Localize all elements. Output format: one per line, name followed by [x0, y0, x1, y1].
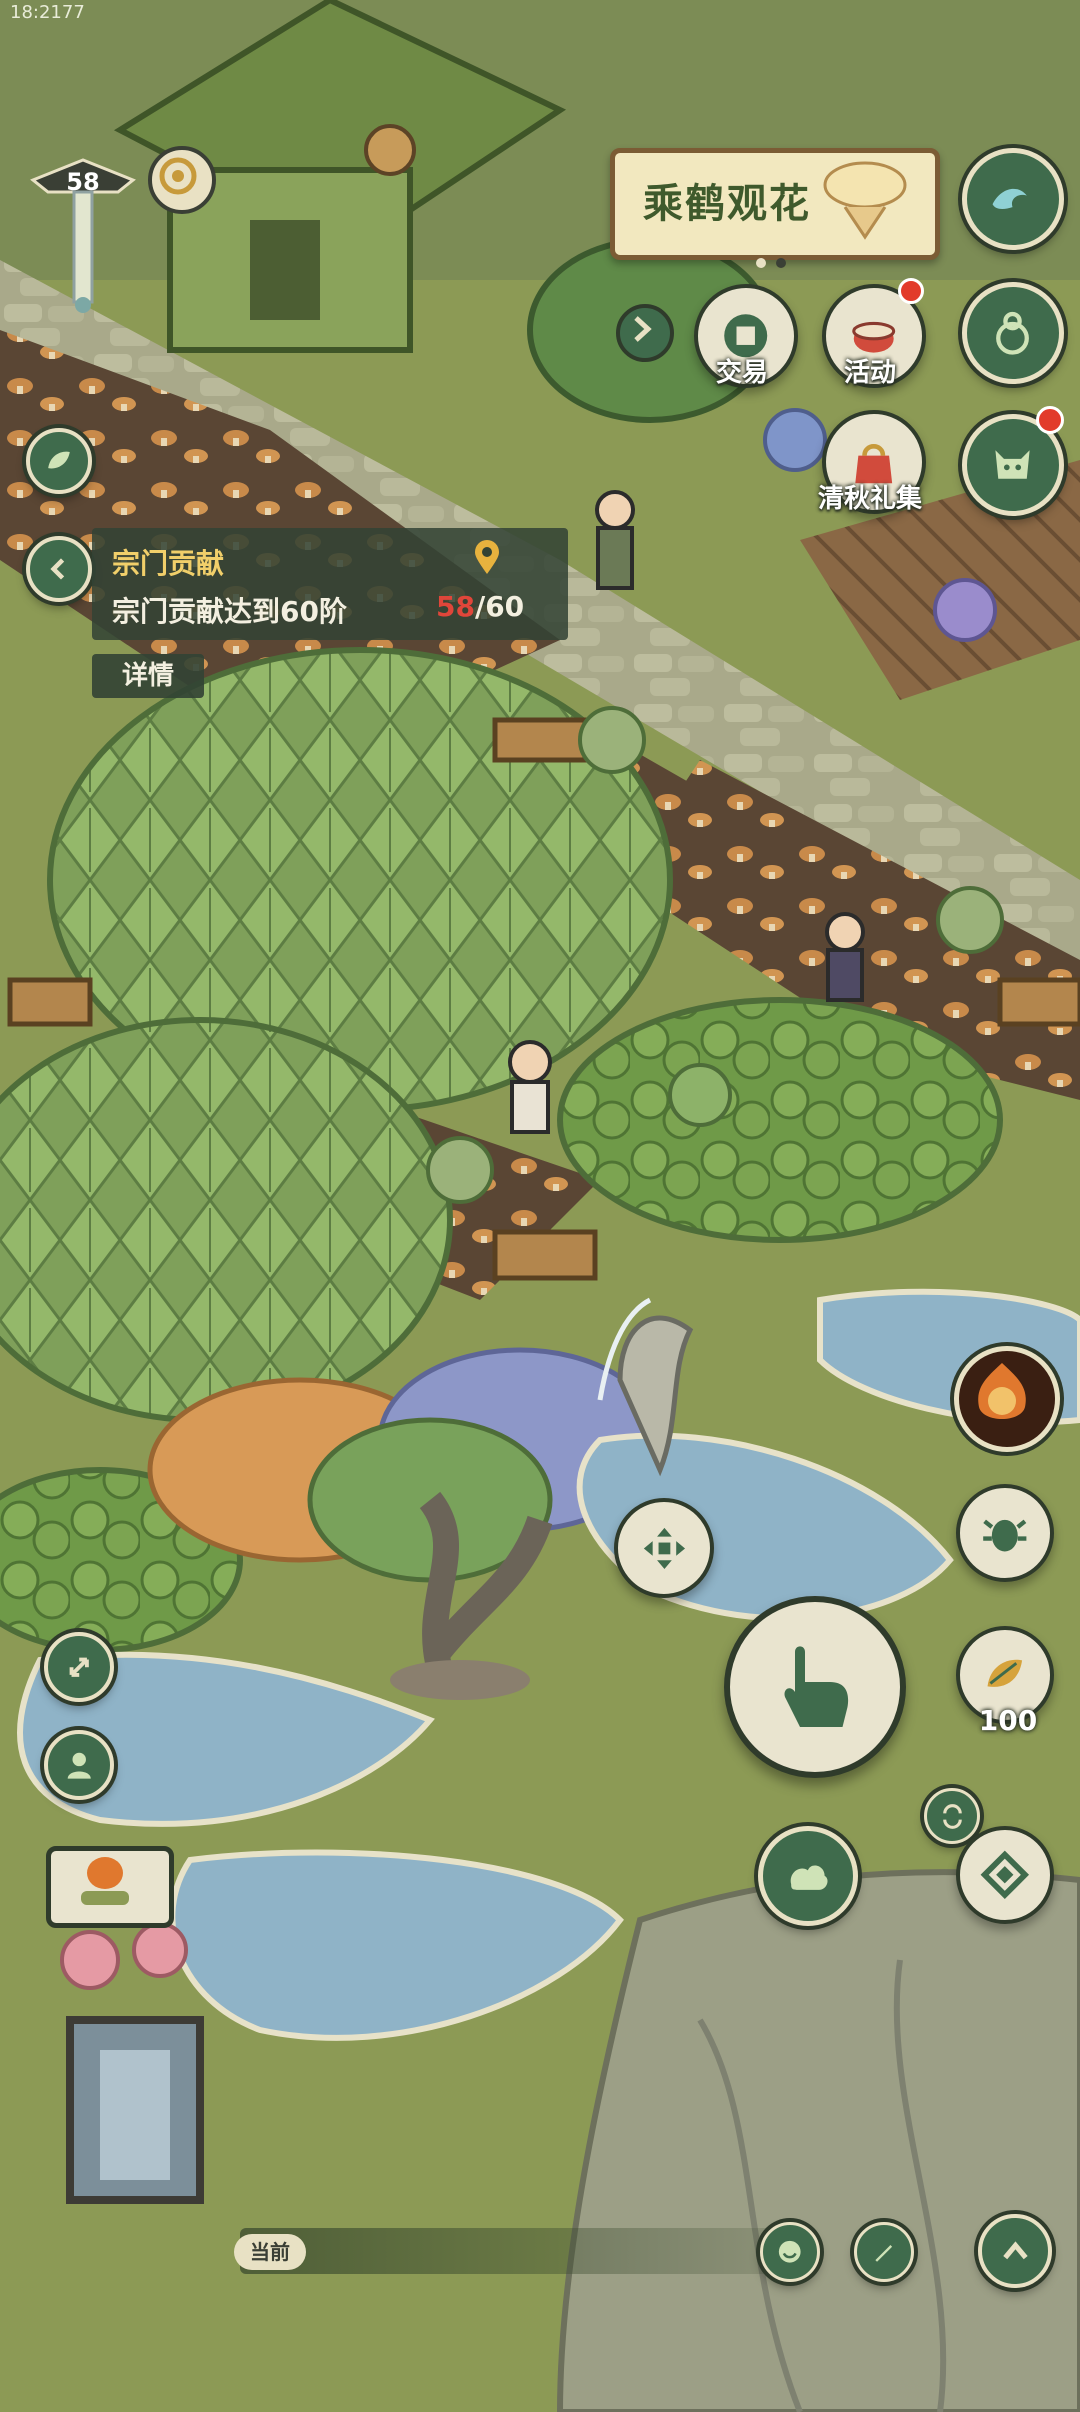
quest-panel[interactable]: 宗门贡献 宗门贡献达到60阶 58/60 [92, 528, 568, 640]
dpad-button[interactable] [614, 1498, 714, 1598]
quest-progress: 58/60 [436, 590, 524, 623]
chat-bar[interactable] [240, 2228, 800, 2274]
cloud-skill-button[interactable] [758, 1826, 858, 1926]
landscape-thumbnail [81, 1857, 129, 1905]
quest-description: 宗门贡献达到60阶 [112, 595, 347, 628]
expand-menu-button[interactable] [978, 2214, 1052, 2288]
person-icon [67, 1752, 91, 1779]
chevron-right-icon [634, 316, 652, 342]
quest-progress-separator: / [474, 590, 486, 623]
event-banner-title: 乘鹤观花 [643, 180, 811, 227]
expand-arrow-button[interactable] [616, 304, 674, 362]
diamond-icon [980, 1850, 1030, 1900]
sect-emblem-icon[interactable] [148, 146, 216, 214]
switch-button[interactable] [924, 1788, 980, 1844]
gourd-icon [996, 312, 1030, 356]
gift-label: 清秋礼集 [817, 484, 922, 514]
quest-title: 宗门贡献 [112, 547, 225, 580]
notification-dot [898, 278, 924, 304]
player-character [508, 1040, 552, 1134]
gourd-button[interactable] [962, 282, 1064, 384]
dpad-icon [643, 1527, 685, 1569]
fire-demon-button[interactable] [954, 1346, 1060, 1452]
npc-character [595, 490, 635, 590]
swap-arrows-icon [942, 1803, 962, 1829]
location-pin-icon[interactable] [472, 540, 502, 576]
beetle-icon [983, 1519, 1027, 1552]
interact-hand-button[interactable] [724, 1596, 906, 1778]
chat-channel-tab[interactable]: 当前 [234, 2234, 306, 2270]
golden-leaf-icon [987, 1659, 1023, 1688]
swirl-cloud-icon [790, 1865, 828, 1890]
activity-label: 活动 [843, 358, 896, 388]
leaf-icon [48, 451, 70, 469]
trade-label: 交易 [715, 358, 768, 388]
brush-icon [875, 2245, 893, 2263]
quest-progress-total: 60 [485, 590, 525, 623]
write-button[interactable] [854, 2222, 914, 2282]
banner-page-dot [776, 258, 786, 268]
npc-character [825, 912, 865, 1002]
character-button[interactable] [44, 1730, 114, 1800]
level-value: 58 [66, 168, 100, 196]
fire-demon-icon [978, 1363, 1026, 1419]
expand-arrows-icon [69, 1657, 89, 1677]
pillar-frame [30, 158, 136, 313]
event-banner[interactable]: 乘鹤观花 [610, 148, 940, 260]
notification-dot [1036, 406, 1064, 434]
status-time: 18:2177 [10, 2, 85, 23]
wave-icon [993, 189, 1028, 210]
chevron-left-icon [50, 558, 65, 580]
chevron-up-icon [1002, 2240, 1028, 2259]
zoom-button[interactable] [44, 1632, 114, 1702]
leaf-button[interactable] [26, 428, 92, 494]
resource-count: 100 [978, 1704, 1038, 1737]
minimap-button[interactable] [46, 1846, 174, 1928]
crane-illustration [823, 161, 907, 240]
banner-page-dot [756, 258, 766, 268]
bug-button[interactable] [956, 1484, 1054, 1582]
pointing-hand-icon [784, 1646, 849, 1727]
level-indicator[interactable]: 58 [28, 140, 138, 320]
quest-details-button[interactable]: 详情 [92, 654, 204, 698]
wave-button[interactable] [962, 148, 1064, 250]
smile-icon [779, 2241, 801, 2263]
demon-mask-icon [995, 450, 1031, 480]
emoji-button[interactable] [760, 2222, 820, 2282]
quest-progress-current: 58 [436, 590, 475, 623]
diamond-skill-button[interactable] [956, 1826, 1054, 1924]
collapse-quest-button[interactable] [26, 536, 92, 602]
